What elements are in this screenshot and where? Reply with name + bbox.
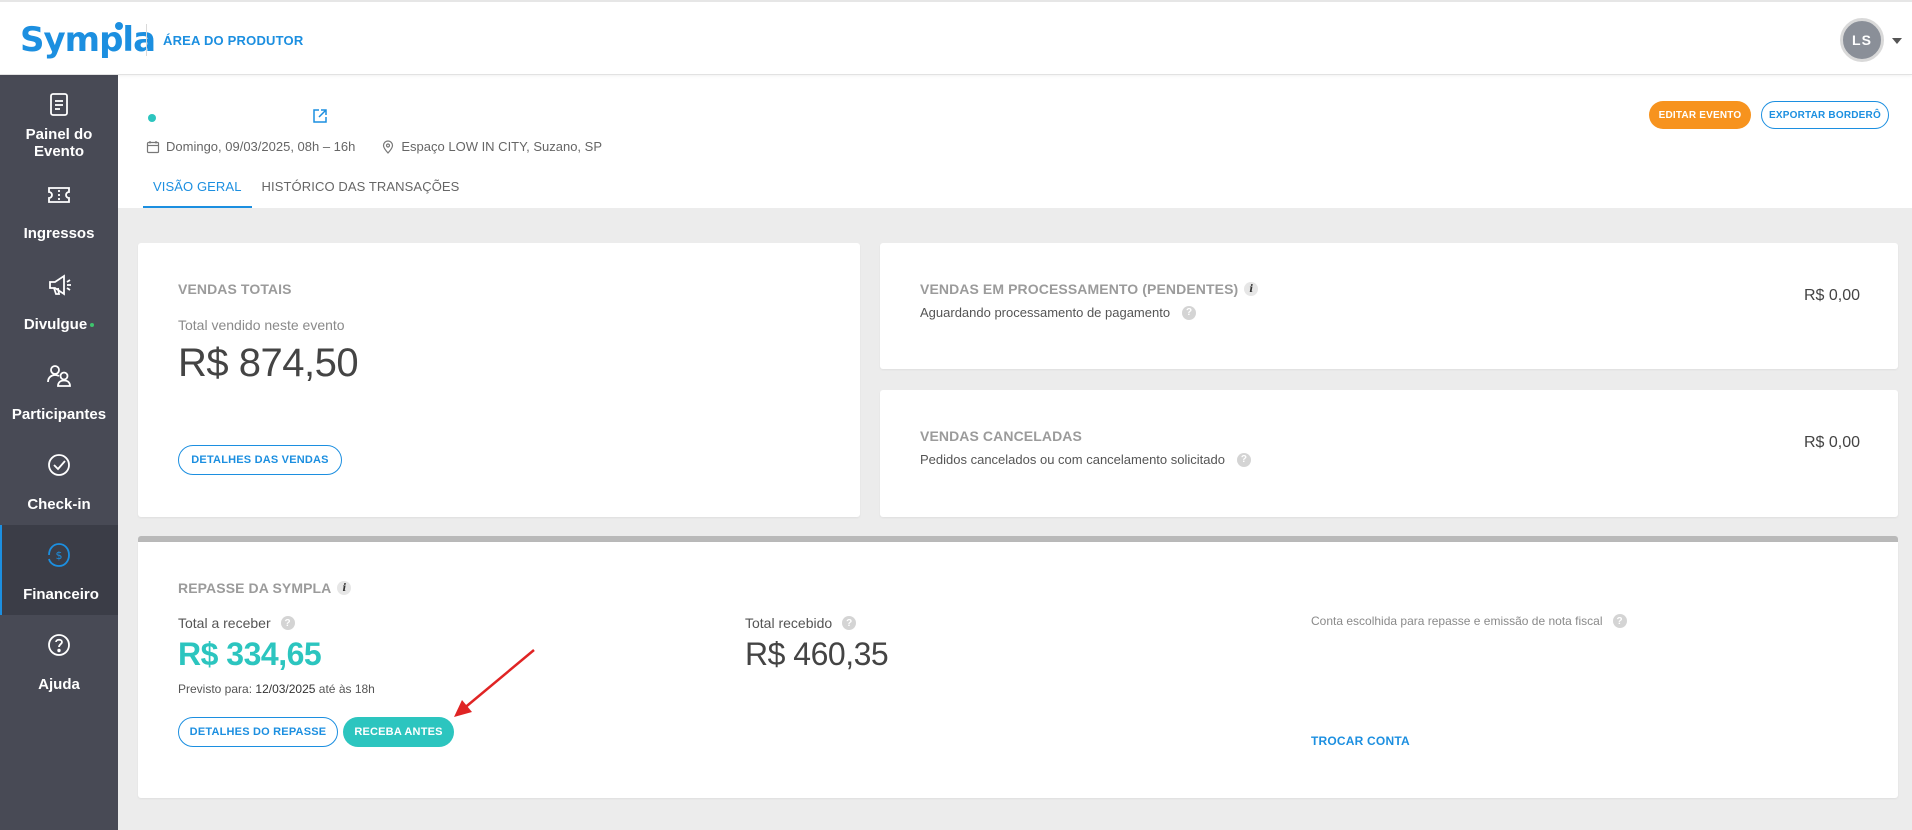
sidebar-item-label: Participantes (11, 406, 107, 423)
sidebar-item-divulgue[interactable]: Divulgue (0, 255, 118, 345)
sidebar-item-label: Ajuda (38, 676, 80, 693)
logo-dot (115, 22, 123, 30)
vendas-processamento-subtitle: Aguardando processamento de pagamento (920, 305, 1171, 320)
check-circle-icon (48, 454, 70, 476)
vendas-processamento-amount: R$ 0,00 (1803, 287, 1860, 304)
a-receber-amount: R$ 334,65 (178, 636, 322, 672)
vendas-canceladas-card: VENDAS CANCELADAS Pedidos cancelados ou … (880, 390, 1898, 517)
help-icon (48, 634, 70, 656)
edit-event-button[interactable]: EDITAR EVENTO (1649, 101, 1751, 129)
sidebar-item-participantes[interactable]: Participantes (0, 345, 118, 435)
vendas-totais-card: VENDAS TOTAIS Total vendido neste evento… (138, 243, 860, 517)
sidebar-item-painel[interactable]: Painel do Evento (0, 75, 118, 165)
sidebar-item-label: Divulgue (23, 316, 88, 333)
event-meta: Domingo, 09/03/2025, 08h – 16h Espaço LO… (146, 139, 602, 154)
question-icon[interactable]: ? (1612, 614, 1627, 628)
sidebar-item-checkin[interactable]: Check-in (0, 435, 118, 525)
question-icon[interactable]: ? (1236, 452, 1251, 467)
money-icon: $ (48, 543, 70, 567)
dashboard-icon (50, 93, 68, 116)
info-icon[interactable]: i (337, 581, 352, 595)
sidebar-item-ingressos[interactable]: Ingressos (0, 165, 118, 255)
previsto-wrap: Previsto para: 12/03/2025 até às 18h (178, 682, 375, 696)
receba-antes-button[interactable]: RECEBA ANTES (343, 717, 454, 747)
megaphone-icon (49, 274, 71, 296)
ticket-icon (48, 187, 70, 203)
sidebar-item-label: Financeiro (23, 586, 99, 603)
event-status-dot (148, 114, 156, 122)
previsto-date: 12/03/2025 (255, 682, 316, 696)
a-receber-label-wrap: Total a receber ? (178, 615, 295, 631)
header-divider (146, 24, 147, 56)
recebido-label: Total recebido (745, 615, 833, 631)
vendas-processamento-card: VENDAS EM PROCESSAMENTO (PENDENTES) i Ag… (880, 243, 1898, 369)
vendas-processamento-title-wrap: VENDAS EM PROCESSAMENTO (PENDENTES) i (920, 281, 1259, 297)
svg-text:$: $ (56, 549, 63, 562)
sidebar: Painel do Evento Ingressos Divulgue Part… (0, 75, 118, 830)
question-icon[interactable]: ? (280, 616, 295, 630)
area-produtor-label[interactable]: ÁREA DO PRODUTOR (163, 33, 303, 48)
annotation-arrow-icon (454, 649, 535, 717)
vendas-totais-subtitle: Total vendido neste evento (178, 317, 345, 333)
recebido-amount: R$ 460,35 (745, 636, 889, 672)
detalhes-vendas-button[interactable]: DETALHES DAS VENDAS (178, 445, 342, 475)
people-icon (47, 365, 71, 387)
external-link-icon[interactable] (311, 107, 329, 125)
event-header: Domingo, 09/03/2025, 08h – 16h Espaço LO… (118, 75, 1912, 208)
vendas-totais-title: VENDAS TOTAIS (178, 281, 292, 297)
chevron-down-icon[interactable] (1892, 38, 1902, 44)
tab-historico-transacoes[interactable]: HISTÓRICO DAS TRANSAÇÕES (252, 167, 470, 208)
previsto-suffix: até às 18h (318, 682, 375, 696)
export-bordero-button[interactable]: EXPORTAR BORDERÔ (1761, 101, 1889, 129)
sidebar-item-ajuda[interactable]: Ajuda (0, 615, 118, 705)
trocar-conta-link[interactable]: TROCAR CONTA (1311, 734, 1410, 748)
conta-label: Conta escolhida para repasse e emissão d… (1311, 614, 1603, 628)
calendar-icon (146, 140, 160, 153)
event-date: Domingo, 09/03/2025, 08h – 16h (166, 139, 356, 154)
conta-label-wrap: Conta escolhida para repasse e emissão d… (1311, 614, 1627, 628)
recebido-label-wrap: Total recebido ? (745, 615, 857, 631)
location-pin-icon (383, 139, 394, 154)
repasse-card: REPASSE DA SYMPLA i Total a receber ? R$… (138, 542, 1898, 798)
vendas-canceladas-subtitle: Pedidos cancelados ou com cancelamento s… (920, 452, 1225, 467)
repasse-title: REPASSE DA SYMPLA (178, 580, 332, 596)
repasse-title-wrap: REPASSE DA SYMPLA i (178, 580, 352, 596)
sidebar-item-label-wrap: Divulgue (0, 316, 118, 333)
a-receber-label: Total a receber (178, 615, 271, 631)
sidebar-item-label: Painel do Evento (25, 126, 93, 160)
event-location: Espaço LOW IN CITY, Suzano, SP (401, 139, 602, 154)
sidebar-item-financeiro[interactable]: $ Financeiro (0, 525, 118, 615)
top-header: Sympla ÁREA DO PRODUTOR LS (0, 0, 1912, 75)
new-badge-dot (90, 323, 95, 328)
event-tabs: VISÃO GERAL HISTÓRICO DAS TRANSAÇÕES (143, 167, 469, 208)
info-icon[interactable]: i (1244, 282, 1259, 296)
vendas-canceladas-subtitle-wrap: Pedidos cancelados ou com cancelamento s… (920, 452, 1251, 467)
vendas-canceladas-title: VENDAS CANCELADAS (920, 428, 1082, 444)
vendas-processamento-title: VENDAS EM PROCESSAMENTO (PENDENTES) (920, 281, 1239, 297)
tab-visao-geral[interactable]: VISÃO GERAL (143, 167, 252, 208)
question-icon[interactable]: ? (842, 616, 857, 630)
sidebar-item-label: Check-in (27, 496, 91, 513)
user-avatar[interactable]: LS (1840, 18, 1884, 62)
sympla-logo[interactable]: Sympla (20, 20, 156, 60)
vendas-processamento-subtitle-wrap: Aguardando processamento de pagamento ? (920, 305, 1197, 320)
vendas-totais-amount: R$ 874,50 (178, 341, 359, 385)
vendas-canceladas-amount: R$ 0,00 (1803, 434, 1860, 451)
previsto-label: Previsto para: (178, 682, 253, 696)
sidebar-item-label: Ingressos (23, 225, 95, 242)
question-icon[interactable]: ? (1182, 305, 1197, 320)
detalhes-repasse-button[interactable]: DETALHES DO REPASSE (178, 717, 338, 747)
